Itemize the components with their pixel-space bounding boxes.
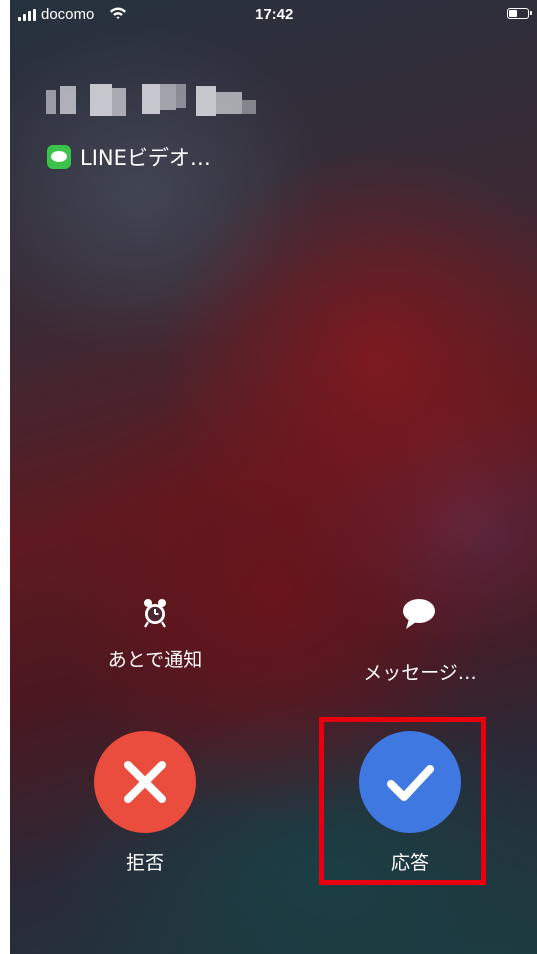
remind-me-button[interactable]: あとで通知 [100, 645, 210, 672]
speech-bubble-icon[interactable] [401, 597, 437, 631]
wifi-icon [110, 7, 126, 19]
clock-time: 17:42 [255, 6, 294, 23]
incoming-call-screen: docomo 17:42 LINEビデオ… あとで通知 メッセージ… 拒否 応答 [10, 0, 537, 954]
checkmark-icon [387, 765, 434, 801]
caller-name-pixelated [46, 80, 261, 120]
alarm-clock-icon[interactable] [142, 597, 168, 629]
accept-label: 応答 [390, 852, 429, 874]
decline-label: 拒否 [125, 852, 164, 874]
call-app-label: LINEビデオ… [80, 146, 211, 170]
status-bar: docomo 17:42 [10, 0, 537, 34]
decline-button[interactable] [94, 731, 196, 833]
accept-button[interactable] [359, 731, 461, 833]
line-app-icon [47, 145, 71, 169]
battery-level [509, 10, 517, 17]
x-icon [124, 761, 166, 803]
app-source-row: LINEビデオ… [47, 144, 211, 170]
cellular-signal-icon [18, 9, 38, 21]
battery-icon [507, 8, 532, 19]
message-button[interactable]: メッセージ… [350, 658, 490, 685]
carrier-name: docomo [41, 6, 95, 23]
